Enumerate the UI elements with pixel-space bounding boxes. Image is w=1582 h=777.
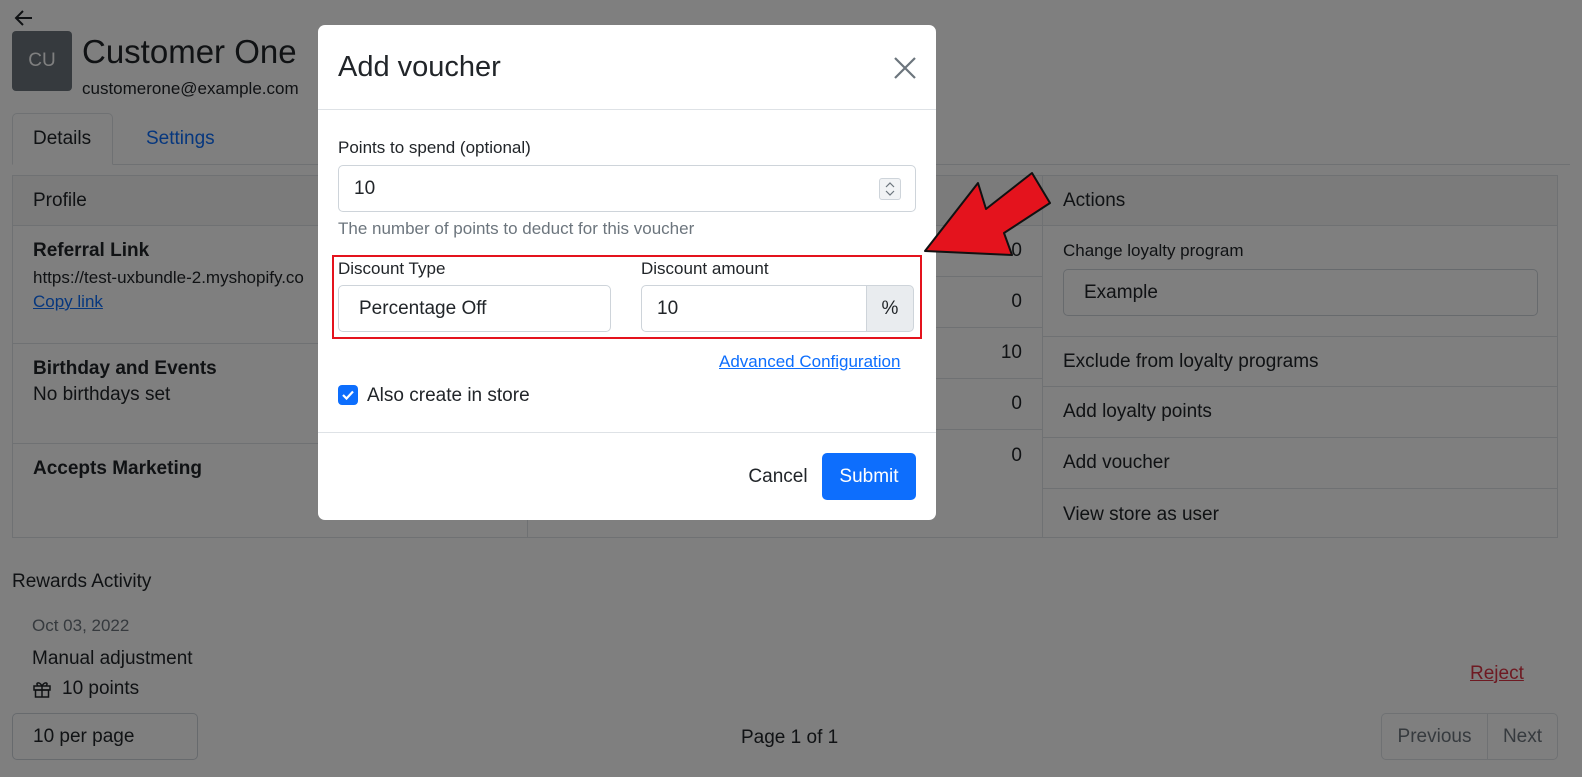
discount-amount-input[interactable]: 10 xyxy=(641,285,867,332)
discount-amount-label: Discount amount xyxy=(641,259,769,278)
add-voucher-modal: Add voucher Points to spend (optional) 1… xyxy=(318,25,936,520)
advanced-configuration-link[interactable]: Advanced Configuration xyxy=(719,352,900,372)
cancel-button[interactable]: Cancel xyxy=(726,453,830,500)
points-input[interactable]: 10 xyxy=(338,165,916,212)
discount-type-select[interactable]: Percentage Off xyxy=(338,285,611,332)
submit-button[interactable]: Submit xyxy=(822,453,916,500)
modal-footer: Cancel Submit xyxy=(318,432,936,520)
modal-title: Add voucher xyxy=(338,51,501,83)
close-icon[interactable] xyxy=(892,55,918,81)
points-label: Points to spend (optional) xyxy=(338,138,531,157)
points-help-text: The number of points to deduct for this … xyxy=(338,219,695,238)
also-create-label: Also create in store xyxy=(367,385,530,406)
modal-header: Add voucher xyxy=(318,25,936,110)
checkmark-icon xyxy=(342,390,354,401)
annotation-arrow xyxy=(924,172,1051,256)
also-create-checkbox[interactable] xyxy=(338,385,358,405)
discount-type-label: Discount Type xyxy=(338,259,446,278)
points-value: 10 xyxy=(354,177,376,199)
percent-addon: % xyxy=(866,285,914,332)
number-spinner[interactable] xyxy=(879,178,901,200)
spinner-arrows-icon xyxy=(885,182,895,196)
